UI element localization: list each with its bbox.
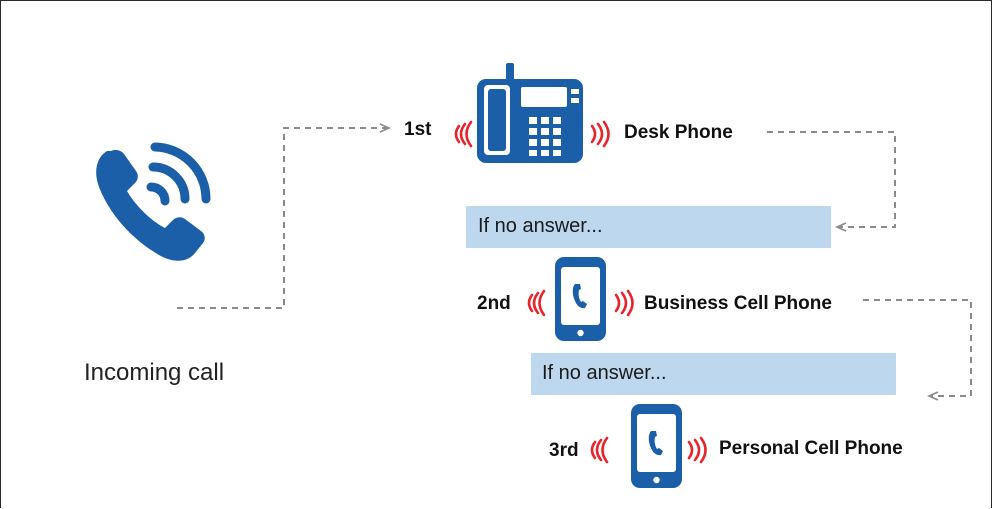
step-order-2: 2nd	[477, 293, 511, 314]
fallback-text-2: If no answer...	[542, 362, 667, 384]
call-forwarding-diagram: Incoming call 1st Desk Phone If no answe…	[0, 0, 992, 508]
connector-layer	[177, 123, 972, 401]
device-label-personal-cell-phone: Personal Cell Phone	[719, 438, 903, 459]
incoming-call-label: Incoming call	[84, 359, 225, 386]
connector-incoming-to-desk	[177, 123, 391, 309]
step-order-3: 3rd	[549, 440, 579, 461]
step-order-1: 1st	[404, 119, 432, 140]
device-label-desk-phone: Desk Phone	[624, 122, 733, 143]
device-label-business-cell-phone: Business Cell Phone	[644, 293, 832, 314]
fallback-text-1: If no answer...	[478, 215, 603, 237]
